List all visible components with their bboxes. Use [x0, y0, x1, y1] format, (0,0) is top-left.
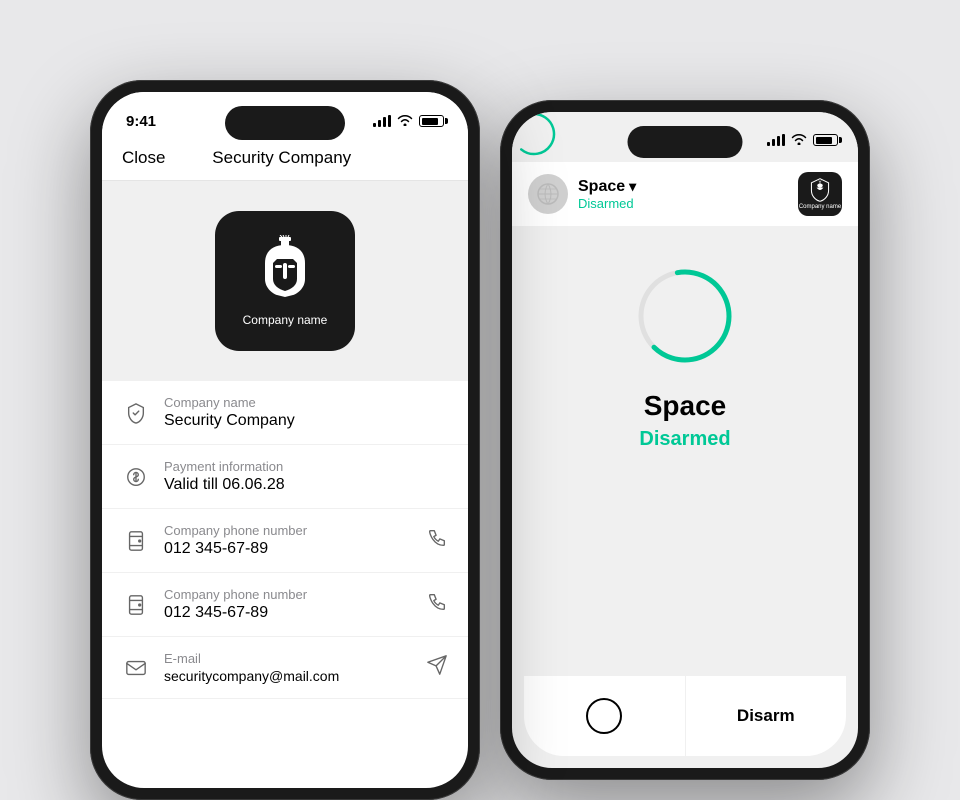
nav-title: Security Company	[212, 148, 351, 168]
shield-icon	[122, 399, 150, 427]
phone-outline-icon	[122, 591, 150, 619]
company-logo-label: Company name	[243, 313, 328, 327]
phone2-company-label: Company name	[799, 204, 841, 210]
disarm-spinner	[635, 266, 735, 366]
phone2-space-avatar	[528, 174, 568, 214]
phone2-company-logo-thumb: Company name	[798, 172, 842, 216]
chevron-down-icon: ▾	[629, 178, 636, 195]
field-label: Company name	[164, 395, 448, 410]
payment-info-field: Payment information Valid till 06.06.28	[164, 459, 448, 494]
phone2-header: Space ▾ Disarmed Company name	[512, 162, 858, 226]
field-value: securitycompany@mail.com	[164, 668, 412, 684]
field-label: Company phone number	[164, 587, 412, 602]
phone1-screen: 9:41	[102, 92, 468, 788]
phone-number-field-2: Company phone number 012 345-67-89	[164, 587, 412, 622]
list-item: Company name Security Company	[102, 381, 468, 445]
call-icon[interactable]	[426, 527, 448, 555]
phone-number-field-1: Company phone number 012 345-67-89	[164, 523, 412, 558]
field-value: Security Company	[164, 412, 448, 430]
company-name-field: Company name Security Company	[164, 395, 448, 430]
helmet-icon	[250, 235, 320, 305]
phone2-main-space-label: Space	[644, 390, 727, 422]
list-item[interactable]: Company phone number 012 345-67-89	[102, 509, 468, 573]
field-label: E-mail	[164, 651, 412, 666]
phone1-nav-bar: Close Security Company	[102, 136, 468, 181]
phone2-screen: Space ▾ Disarmed Company name	[512, 112, 858, 768]
field-value: 012 345-67-89	[164, 604, 412, 622]
phone2-bottom-bar: Disarm	[524, 676, 846, 756]
send-icon[interactable]	[426, 654, 448, 682]
signal-bars-icon	[767, 134, 785, 146]
battery-icon	[419, 115, 444, 127]
field-label: Company phone number	[164, 523, 412, 538]
phone2-main-disarmed-label: Disarmed	[639, 428, 730, 451]
phone1-dynamic-island	[225, 106, 345, 140]
phone2-bottom-left-action[interactable]	[524, 676, 686, 756]
phone2-main: Space Disarmed	[512, 226, 858, 471]
status-time: 9:41	[126, 113, 156, 130]
battery-icon	[813, 134, 838, 146]
phone2-space-name[interactable]: Space ▾	[578, 178, 788, 196]
wifi-icon	[397, 114, 413, 129]
email-field: E-mail securitycompany@mail.com	[164, 651, 412, 684]
call-icon[interactable]	[426, 591, 448, 619]
phone2-dynamic-island	[628, 126, 743, 158]
phone1-status-icons	[373, 114, 444, 129]
list-item[interactable]: E-mail securitycompany@mail.com	[102, 637, 468, 699]
phone1-info-list: Company name Security Company Payment in…	[102, 381, 468, 699]
phone-outline-icon	[122, 527, 150, 555]
circle-icon	[586, 698, 622, 734]
wifi-icon	[791, 133, 807, 148]
field-value: 012 345-67-89	[164, 540, 412, 558]
close-button[interactable]: Close	[122, 148, 165, 168]
mail-icon	[122, 654, 150, 682]
phone2-disarmed-status: Disarmed	[578, 196, 788, 211]
scene: Space ▾ Disarmed Company name	[90, 40, 870, 760]
phone1: 9:41	[90, 80, 480, 800]
phone2-disarm-button[interactable]: Disarm	[686, 676, 847, 756]
field-value: Valid till 06.06.28	[164, 476, 448, 494]
field-label: Payment information	[164, 459, 448, 474]
phone1-logo-area: Company name	[102, 181, 468, 381]
list-item: Payment information Valid till 06.06.28	[102, 445, 468, 509]
phone2-space-info: Space ▾ Disarmed	[578, 178, 788, 211]
phone2-status-icons	[767, 133, 838, 148]
company-logo-card: Company name	[215, 211, 355, 351]
disarm-label: Disarm	[737, 706, 795, 726]
phone2: Space ▾ Disarmed Company name	[500, 100, 870, 780]
list-item[interactable]: Company phone number 012 345-67-89	[102, 573, 468, 637]
signal-bars-icon	[373, 115, 391, 127]
dollar-icon	[122, 463, 150, 491]
